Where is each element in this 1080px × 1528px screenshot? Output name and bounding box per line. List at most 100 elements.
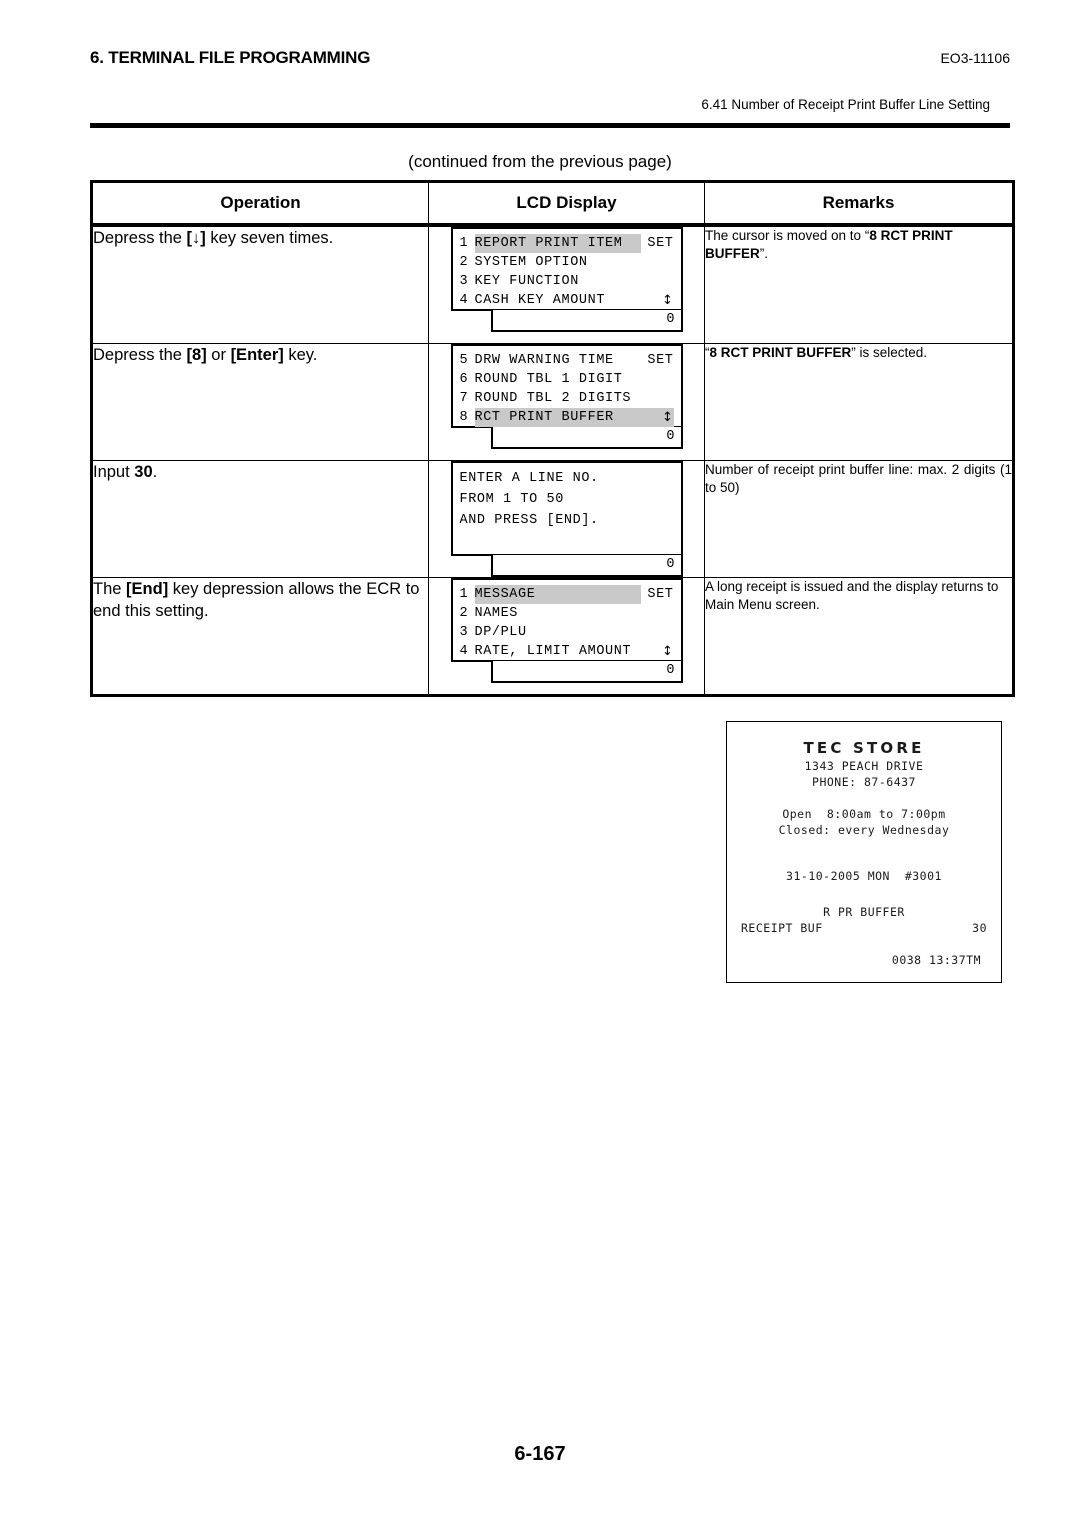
- lcd-line-number: 2: [459, 255, 469, 270]
- header-divider-rule: [90, 123, 1010, 128]
- lcd-line: 2 SYSTEM OPTION: [460, 253, 674, 272]
- receipt-date-line: 31-10-2005 MON #3001: [786, 869, 942, 883]
- lcd-set-label: SET: [647, 353, 674, 368]
- operation-text-post: .: [152, 463, 158, 481]
- lcd-line: 4 CASH KEY AMOUNT ↕: [460, 291, 674, 310]
- receipt-phone: PHONE: 87-6437: [812, 775, 916, 789]
- receipt-spacer: [741, 936, 987, 952]
- lcd-screen: 1 REPORT PRINT ITEM SET 2 SYSTEM OPTION 3…: [450, 227, 683, 311]
- lcd-line-number: 7: [459, 391, 469, 406]
- receipt-item-value: 30: [972, 921, 987, 935]
- operation-text-pre: Depress the: [93, 346, 187, 364]
- receipt-store-name: TEC STORE: [803, 739, 925, 757]
- operation-key-badge-2: [Enter]: [230, 346, 284, 364]
- lcd-line-text: MESSAGE: [474, 585, 642, 604]
- page-number: 6-167: [514, 1443, 566, 1465]
- remarks-cell: A long receipt is issued and the display…: [704, 577, 1015, 697]
- lcd-widget: ENTER A LINE NO. FROM 1 TO 50 AND PRESS …: [450, 461, 683, 577]
- lcd-value-text: 0: [666, 663, 675, 678]
- lcd-line: 3 DP/PLU: [460, 623, 674, 642]
- lcd-display-cell: 1 MESSAGE SET 2 NAMES 3 DP/PLU 4 RATE, L…: [428, 577, 705, 697]
- lcd-screen: ENTER A LINE NO. FROM 1 TO 50 AND PRESS …: [450, 461, 683, 556]
- table-row: Depress the [8] or [Enter] key. 5 DRW WA…: [90, 343, 1015, 461]
- remarks-cell: The cursor is moved on to “8 RCT PRINT B…: [704, 224, 1015, 344]
- lcd-line: 3 KEY FUNCTION: [460, 272, 674, 291]
- lcd-line-text: ROUND TBL 2 DIGITS: [474, 391, 632, 406]
- operation-text-pre: The: [93, 580, 127, 598]
- lcd-line-text: SYSTEM OPTION: [474, 255, 588, 270]
- lcd-line-number: 4: [459, 293, 469, 308]
- lcd-line-text: RCT PRINT BUFFER: [474, 408, 674, 427]
- lcd-line: 1 REPORT PRINT ITEM SET: [460, 234, 674, 253]
- document-code: EO3-11106: [940, 50, 1010, 66]
- lcd-line: FROM 1 TO 50: [459, 492, 564, 507]
- lcd-value-text: 0: [666, 557, 675, 572]
- remarks-cell: “8 RCT PRINT BUFFER” is selected.: [704, 343, 1015, 461]
- operation-input-value: 30: [134, 463, 153, 481]
- lcd-line: 4 RATE, LIMIT AMOUNT ↕: [460, 642, 674, 661]
- lcd-value-box: 0: [490, 661, 683, 683]
- lcd-line: 1 MESSAGE SET: [460, 585, 674, 604]
- column-header-remarks: Remarks: [704, 180, 1015, 227]
- table-header-row: Operation LCD Display Remarks: [90, 180, 1015, 227]
- lcd-line: 5 DRW WARNING TIME SET: [460, 351, 674, 370]
- column-header-lcd-display: LCD Display: [428, 180, 705, 227]
- lcd-line-text: ROUND TBL 1 DIGIT: [474, 372, 623, 387]
- operation-cell: Depress the [↓] key seven times.: [90, 224, 429, 344]
- lcd-display-cell: ENTER A LINE NO. FROM 1 TO 50 AND PRESS …: [428, 460, 705, 578]
- lcd-widget: 1 REPORT PRINT ITEM SET 2 SYSTEM OPTION 3…: [450, 227, 683, 332]
- lcd-display-cell: 1 REPORT PRINT ITEM SET 2 SYSTEM OPTION 3…: [428, 224, 705, 344]
- receipt-closed-note: Closed: every Wednesday: [778, 823, 950, 837]
- lcd-value-text: 0: [666, 429, 675, 444]
- lcd-line: 7 ROUND TBL 2 DIGITS: [460, 389, 674, 408]
- lcd-display-cell: 5 DRW WARNING TIME SET 6 ROUND TBL 1 DIGI…: [428, 343, 705, 461]
- table-row: Input 30. ENTER A LINE NO. FROM 1 TO 50 …: [90, 460, 1015, 578]
- remarks-text-post: ” is selected.: [851, 345, 928, 360]
- page-header: 6. TERMINAL FILE PROGRAMMING EO3-11106: [90, 48, 1010, 78]
- lcd-line: 8 RCT PRINT BUFFER ↕: [460, 408, 674, 427]
- lcd-line-number: 4: [459, 644, 469, 659]
- section-subtitle: 6.41 Number of Receipt Print Buffer Line…: [701, 97, 990, 112]
- receipt-spacer: [741, 884, 987, 904]
- lcd-line-number: 8: [459, 410, 469, 425]
- lcd-value-box: 0: [490, 555, 683, 577]
- operation-text-post: key.: [283, 346, 318, 364]
- operation-key-badge: [8]: [186, 346, 207, 364]
- lcd-value-box: 0: [490, 427, 683, 449]
- lcd-line: 6 ROUND TBL 1 DIGIT: [460, 370, 674, 389]
- remarks-text-post: ”.: [759, 246, 768, 262]
- lcd-line-text: CASH KEY AMOUNT: [474, 293, 606, 308]
- scroll-updown-arrow-icon: ↕: [662, 293, 674, 308]
- receipt-item-label: RECEIPT BUF: [741, 921, 823, 935]
- continued-from-previous-page-note: (continued from the previous page): [408, 152, 672, 171]
- receipt-address: 1343 PEACH DRIVE: [804, 759, 924, 773]
- scroll-updown-arrow-icon: ↕: [662, 644, 674, 659]
- operation-cell: Depress the [8] or [Enter] key.: [90, 343, 429, 461]
- document-title: 6. TERMINAL FILE PROGRAMMING: [90, 48, 371, 67]
- operation-text-pre: Input: [93, 463, 135, 481]
- lcd-line-number: 3: [459, 625, 469, 640]
- lcd-set-label: SET: [647, 236, 674, 251]
- operation-cell: The [End] key depression allows the ECR …: [90, 577, 429, 697]
- lcd-line-text: RATE, LIMIT AMOUNT: [474, 644, 632, 659]
- receipt-footer-line: 0038 13:37TM: [891, 953, 981, 967]
- lcd-line-text: NAMES: [474, 606, 519, 621]
- receipt-mode-title: R PR BUFFER: [823, 905, 905, 919]
- lcd-line-number: 1: [459, 587, 469, 602]
- lcd-screen: 1 MESSAGE SET 2 NAMES 3 DP/PLU 4 RATE, L…: [450, 578, 683, 662]
- lcd-line: AND PRESS [END].: [459, 513, 599, 528]
- receipt-spacer: [741, 838, 987, 868]
- lcd-line: ENTER A LINE NO.: [459, 471, 599, 486]
- column-header-operation: Operation: [90, 180, 429, 227]
- lcd-widget: 1 MESSAGE SET 2 NAMES 3 DP/PLU 4 RATE, L…: [450, 578, 683, 683]
- receipt-spacer: [741, 790, 987, 806]
- remarks-text-pre: The cursor is moved on to “: [705, 228, 870, 243]
- receipt-item-row: RECEIPT BUF 30: [741, 920, 987, 936]
- operation-cell: Input 30.: [90, 460, 429, 578]
- lcd-line-text: REPORT PRINT ITEM: [474, 234, 642, 253]
- operation-key-badge: [↓]: [186, 229, 206, 247]
- lcd-set-label: SET: [647, 587, 674, 602]
- table-row: Depress the [↓] key seven times. 1 REPOR…: [90, 224, 1015, 344]
- lcd-widget: 5 DRW WARNING TIME SET 6 ROUND TBL 1 DIGI…: [450, 344, 683, 449]
- remarks-cell: Number of receipt print buffer line: max…: [704, 460, 1015, 578]
